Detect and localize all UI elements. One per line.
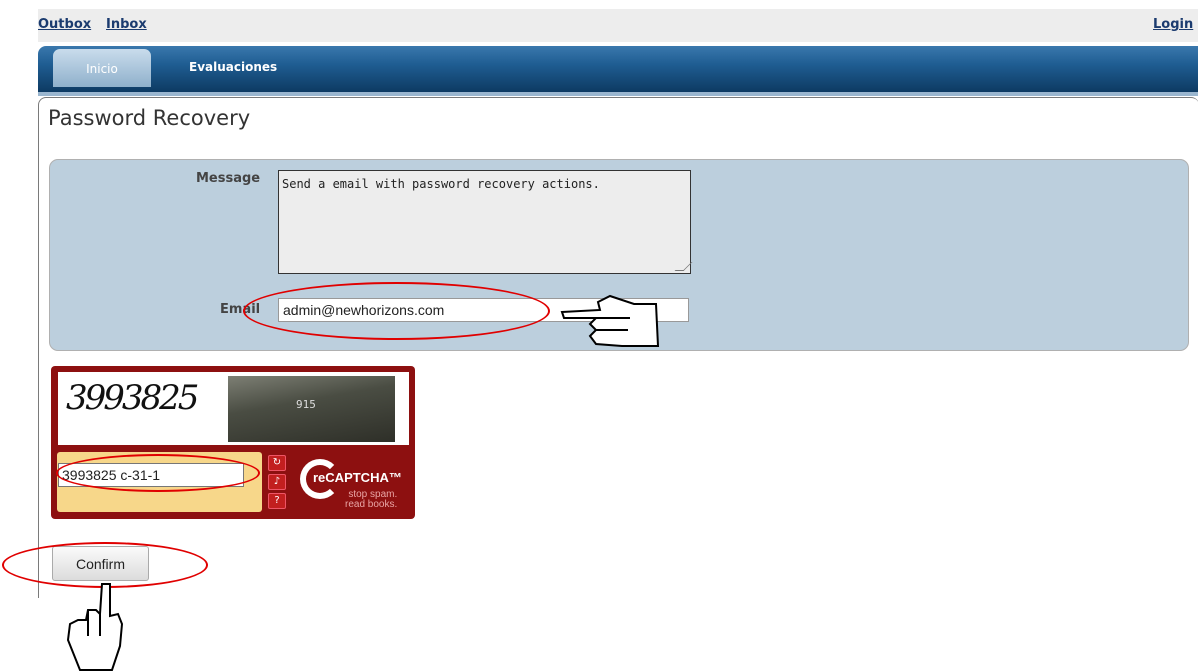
recaptcha-brand: reCAPTCHA™ [313,470,402,485]
message-label: Message [196,171,261,186]
recaptcha-tagline: stop spam. read books. [345,490,397,510]
top-bar [38,9,1198,42]
email-label: Email [220,302,261,317]
help-icon[interactable]: ? [268,493,286,509]
inbox-link[interactable]: Inbox [106,17,147,32]
hand-cursor-icon [66,583,124,671]
message-text: Send a email with password recovery acti… [282,177,600,191]
confirm-button[interactable]: Confirm [52,546,149,581]
message-textarea[interactable]: Send a email with password recovery acti… [278,170,693,274]
tab-inicio[interactable]: Inicio [53,49,151,87]
resize-grip-icon[interactable] [674,262,693,271]
captcha-word: 3993825 [66,378,199,418]
login-link[interactable]: Login [1153,17,1193,32]
outbox-link[interactable]: Outbox [38,17,91,32]
page-title: Password Recovery [48,106,251,130]
refresh-icon[interactable]: ↻ [268,455,286,471]
captcha-photo-number: 915 [296,398,316,411]
audio-icon[interactable]: ♪ [268,474,286,490]
captcha-input[interactable]: 3993825 c-31-1 [58,463,244,487]
pointing-hand-icon [560,294,660,347]
tab-evaluaciones[interactable]: Evaluaciones [189,60,277,74]
tagline-line-2: read books. [345,499,398,510]
